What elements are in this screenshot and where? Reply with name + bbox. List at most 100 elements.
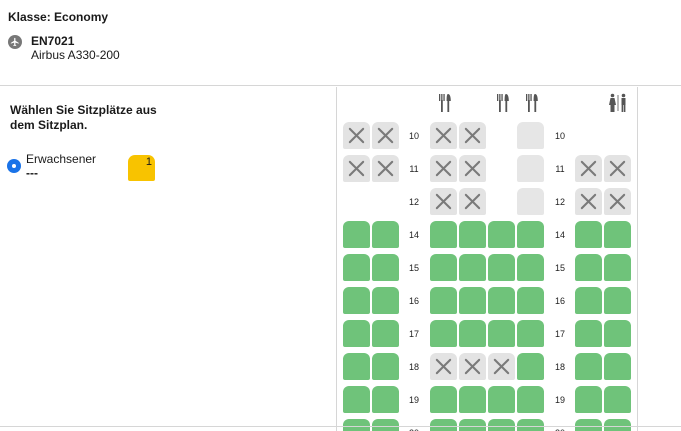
seat-occupied-12G bbox=[575, 188, 602, 215]
passenger-seat-badge[interactable]: 1 bbox=[128, 155, 155, 181]
seat-available-19F[interactable] bbox=[517, 386, 544, 413]
close-icon bbox=[464, 160, 481, 177]
seat-available-19C[interactable] bbox=[430, 386, 457, 413]
seat-available-17F[interactable] bbox=[517, 320, 544, 347]
seat-available-18H[interactable] bbox=[604, 353, 631, 380]
galley-icon bbox=[524, 92, 540, 114]
seat-available-16F[interactable] bbox=[517, 287, 544, 314]
seat-available-17H[interactable] bbox=[604, 320, 631, 347]
row-number-right: 14 bbox=[554, 230, 565, 240]
airplane-icon bbox=[8, 35, 22, 49]
row-number-left: 12 bbox=[408, 197, 419, 207]
close-icon bbox=[464, 193, 481, 210]
row-number-right: 12 bbox=[554, 197, 565, 207]
seat-available-15D[interactable] bbox=[459, 254, 486, 281]
seat-available-16A[interactable] bbox=[343, 287, 370, 314]
close-icon bbox=[609, 193, 626, 210]
close-icon bbox=[435, 160, 452, 177]
seat-occupied-12H bbox=[604, 188, 631, 215]
seat-occupied-10D bbox=[459, 122, 486, 149]
galley-icon bbox=[495, 92, 511, 114]
seat-available-18G[interactable] bbox=[575, 353, 602, 380]
flight-header: Klasse: Economy EN7021 Airbus A330-200 bbox=[0, 0, 681, 86]
seat-available-14D[interactable] bbox=[459, 221, 486, 248]
row-number-left: 17 bbox=[408, 329, 419, 339]
seat-available-14A[interactable] bbox=[343, 221, 370, 248]
row-number-right: 10 bbox=[554, 131, 565, 141]
passenger-selected-seat: --- bbox=[26, 166, 38, 180]
cabin-class-label: Klasse: Economy bbox=[8, 10, 109, 24]
seat-available-19B[interactable] bbox=[372, 386, 399, 413]
unavailable-seat-11F bbox=[517, 155, 544, 182]
seat-available-19D[interactable] bbox=[459, 386, 486, 413]
seat-occupied-10A bbox=[343, 122, 370, 149]
seat-occupied-10C bbox=[430, 122, 457, 149]
seat-selection-instructions: Wählen Sie Sitzplätze aus dem Sitzplan. bbox=[10, 103, 157, 132]
seat-available-14E[interactable] bbox=[488, 221, 515, 248]
seat-available-19G[interactable] bbox=[575, 386, 602, 413]
seat-occupied-10B bbox=[372, 122, 399, 149]
seat-available-16G[interactable] bbox=[575, 287, 602, 314]
close-icon bbox=[435, 358, 452, 375]
row-number-left: 11 bbox=[409, 164, 419, 174]
seat-available-20F[interactable] bbox=[517, 419, 544, 431]
passenger-type[interactable]: Erwachsener bbox=[26, 152, 96, 166]
row-number-right: 17 bbox=[554, 329, 565, 339]
seat-available-14G[interactable] bbox=[575, 221, 602, 248]
seat-available-20G[interactable] bbox=[575, 419, 602, 431]
seat-available-18A[interactable] bbox=[343, 353, 370, 380]
seat-available-20H[interactable] bbox=[604, 419, 631, 431]
seat-occupied-11B bbox=[372, 155, 399, 182]
seat-available-20D[interactable] bbox=[459, 419, 486, 431]
seat-occupied-11C bbox=[430, 155, 457, 182]
seat-available-14C[interactable] bbox=[430, 221, 457, 248]
row-number-left: 10 bbox=[408, 131, 419, 141]
seat-available-14B[interactable] bbox=[372, 221, 399, 248]
seat-available-16C[interactable] bbox=[430, 287, 457, 314]
footer-divider bbox=[0, 426, 681, 427]
seat-available-14H[interactable] bbox=[604, 221, 631, 248]
seat-available-17C[interactable] bbox=[430, 320, 457, 347]
seat-available-18F[interactable] bbox=[517, 353, 544, 380]
close-icon bbox=[580, 193, 597, 210]
flight-number: EN7021 bbox=[31, 34, 75, 48]
seat-available-15E[interactable] bbox=[488, 254, 515, 281]
seat-available-17B[interactable] bbox=[372, 320, 399, 347]
seat-available-15B[interactable] bbox=[372, 254, 399, 281]
seat-available-15C[interactable] bbox=[430, 254, 457, 281]
seat-available-16H[interactable] bbox=[604, 287, 631, 314]
seat-available-16D[interactable] bbox=[459, 287, 486, 314]
lavatory-icon bbox=[607, 92, 629, 114]
seat-occupied-18C bbox=[430, 353, 457, 380]
close-icon bbox=[464, 358, 481, 375]
seat-occupied-11G bbox=[575, 155, 602, 182]
seat-available-20C[interactable] bbox=[430, 419, 457, 431]
seat-available-16B[interactable] bbox=[372, 287, 399, 314]
row-number-right: 19 bbox=[554, 395, 565, 405]
seat-available-19E[interactable] bbox=[488, 386, 515, 413]
seat-available-14F[interactable] bbox=[517, 221, 544, 248]
passenger-radio[interactable] bbox=[7, 159, 21, 173]
seat-map[interactable]: 1010111112121414151516161717181819192020 bbox=[336, 87, 638, 431]
seat-available-17E[interactable] bbox=[488, 320, 515, 347]
seat-available-20A[interactable] bbox=[343, 419, 370, 431]
galley-icon bbox=[437, 92, 453, 114]
seat-available-19A[interactable] bbox=[343, 386, 370, 413]
seat-available-17A[interactable] bbox=[343, 320, 370, 347]
seat-available-15H[interactable] bbox=[604, 254, 631, 281]
row-number-left: 19 bbox=[408, 395, 419, 405]
unavailable-seat-12F bbox=[517, 188, 544, 215]
seat-available-20B[interactable] bbox=[372, 419, 399, 431]
seat-occupied-18E bbox=[488, 353, 515, 380]
seat-available-16E[interactable] bbox=[488, 287, 515, 314]
seat-available-17G[interactable] bbox=[575, 320, 602, 347]
seat-available-20E[interactable] bbox=[488, 419, 515, 431]
seat-available-17D[interactable] bbox=[459, 320, 486, 347]
seat-available-19H[interactable] bbox=[604, 386, 631, 413]
seat-available-15A[interactable] bbox=[343, 254, 370, 281]
seat-available-18B[interactable] bbox=[372, 353, 399, 380]
seat-occupied-11D bbox=[459, 155, 486, 182]
seat-available-15G[interactable] bbox=[575, 254, 602, 281]
seat-available-15F[interactable] bbox=[517, 254, 544, 281]
aircraft-type: Airbus A330-200 bbox=[31, 48, 120, 62]
